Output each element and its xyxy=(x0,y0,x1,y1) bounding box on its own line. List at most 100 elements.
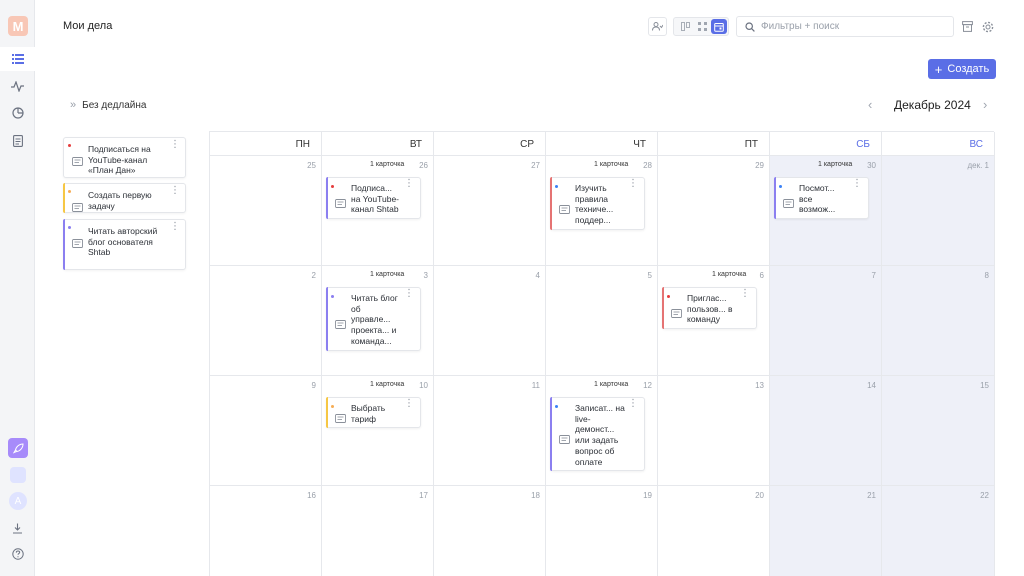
prev-month-button[interactable]: ‹ xyxy=(868,97,880,113)
backlog-card[interactable]: Читать авторский блог основателя Shtab ⋮ xyxy=(63,219,186,270)
archive-button[interactable] xyxy=(959,17,975,36)
card-title: Подписаться на YouTube-канал «План Дан» xyxy=(88,144,151,175)
calendar-day-cell[interactable]: 15 xyxy=(882,376,995,486)
calendar-day-cell[interactable]: 18 xyxy=(434,486,546,576)
day-number: 4 xyxy=(535,271,540,280)
workspace-logo[interactable]: M xyxy=(8,16,28,36)
task-card[interactable]: Записат... на live-демонст... или задать… xyxy=(550,397,645,471)
search-input[interactable] xyxy=(761,21,941,32)
left-rail: M A xyxy=(0,0,35,576)
task-card[interactable]: Изучить правила техниче... поддер... ⋮ xyxy=(550,177,645,230)
card-title: Записат... на live-демонст... или задать… xyxy=(575,403,625,467)
create-button[interactable]: + Создать xyxy=(928,59,996,79)
calendar-day-cell[interactable]: 11 xyxy=(434,376,546,486)
card-menu-icon[interactable]: ⋮ xyxy=(628,399,638,409)
card-color-bar xyxy=(550,397,552,471)
task-card[interactable]: Читать блог об управле... проекта... и к… xyxy=(326,287,421,351)
calendar-day-cell[interactable]: 4 xyxy=(434,266,546,376)
description-icon xyxy=(72,203,83,212)
card-menu-icon[interactable]: ⋮ xyxy=(170,186,180,196)
calendar-day-cell[interactable]: 13 xyxy=(658,376,770,486)
calendar-day-cell[interactable]: 27 xyxy=(434,156,546,266)
workspace-switcher[interactable] xyxy=(10,467,26,483)
view-switcher xyxy=(673,17,729,36)
assignee-filter-button[interactable] xyxy=(648,17,667,36)
rail-item-docs[interactable] xyxy=(0,129,35,153)
card-title: Читать блог об управле... проекта... и к… xyxy=(351,293,398,346)
day-number: 20 xyxy=(755,491,764,500)
card-menu-icon[interactable]: ⋮ xyxy=(170,222,180,232)
rail-item-activity[interactable] xyxy=(0,74,35,98)
backlog-card[interactable]: Создать первую задачу ⋮ xyxy=(63,183,186,213)
view-board-button[interactable] xyxy=(677,19,693,34)
card-icon-wrap xyxy=(72,153,83,171)
rail-item-help[interactable] xyxy=(0,542,35,566)
calendar-day-cell[interactable]: 19 xyxy=(546,486,658,576)
calendar-day-cell[interactable]: 29 xyxy=(658,156,770,266)
calendar-day-cell[interactable]: 5 xyxy=(546,266,658,376)
calendar-day-cell[interactable]: 3 1 карточка Читать блог об управле... про… xyxy=(322,266,434,376)
card-count-label: 1 карточка xyxy=(818,161,853,168)
onboarding-button[interactable] xyxy=(8,438,28,458)
task-card[interactable]: Подписа... на YouTube-канал Shtab ⋮ xyxy=(326,177,421,219)
calendar-day-cell[interactable]: 30 1 карточка Посмот... все возмож... ⋮ xyxy=(770,156,882,266)
day-number: 19 xyxy=(643,491,652,500)
calendar-day-cell[interactable]: дек. 1 xyxy=(882,156,995,266)
settings-button[interactable] xyxy=(980,17,996,36)
card-count-label: 1 карточка xyxy=(594,161,629,168)
calendar-day-cell[interactable]: 26 1 карточка Подписа... на YouTube-канал … xyxy=(322,156,434,266)
description-icon xyxy=(559,205,570,214)
calendar-day-cell[interactable]: 20 xyxy=(658,486,770,576)
calendar-day-cell[interactable]: 21 xyxy=(770,486,882,576)
calendar-day-cell[interactable]: 6 1 карточка Приглас... пользов... в коман… xyxy=(658,266,770,376)
card-title: Читать авторский блог основателя Shtab xyxy=(88,226,158,257)
rail-item-list[interactable] xyxy=(0,47,35,71)
card-count-label: 1 карточка xyxy=(712,271,747,278)
calendar-day-cell[interactable]: 22 xyxy=(882,486,995,576)
avatar[interactable]: A xyxy=(9,492,27,510)
calendar-day-cell[interactable]: 14 xyxy=(770,376,882,486)
card-menu-icon[interactable]: ⋮ xyxy=(404,399,414,409)
view-calendar-button[interactable] xyxy=(711,19,727,34)
rail-item-reports[interactable] xyxy=(0,101,35,125)
calendar-day-cell[interactable]: 8 xyxy=(882,266,995,376)
card-menu-icon[interactable]: ⋮ xyxy=(404,179,414,189)
card-menu-icon[interactable]: ⋮ xyxy=(852,179,862,189)
day-number: 11 xyxy=(531,381,540,390)
card-menu-icon[interactable]: ⋮ xyxy=(628,179,638,189)
card-menu-icon[interactable]: ⋮ xyxy=(404,289,414,299)
day-number: 17 xyxy=(419,491,428,500)
card-menu-icon[interactable]: ⋮ xyxy=(740,289,750,299)
day-number: 13 xyxy=(755,381,764,390)
calendar-day-cell[interactable]: 28 1 карточка Изучить правила техниче... п… xyxy=(546,156,658,266)
task-card[interactable]: Выбрать тариф ⋮ xyxy=(326,397,421,428)
weekday-header: ПН xyxy=(210,132,322,156)
weekday-header: ВТ xyxy=(322,132,434,156)
calendar-day-cell[interactable]: 7 xyxy=(770,266,882,376)
calendar-day-cell[interactable]: 17 xyxy=(322,486,434,576)
next-month-button[interactable]: › xyxy=(983,97,995,113)
card-color-bar xyxy=(326,177,328,219)
calendar-day-cell[interactable]: 10 1 карточка Выбрать тариф ⋮ xyxy=(322,376,434,486)
card-color-bar xyxy=(326,287,328,351)
gear-icon xyxy=(982,21,994,32)
day-number: 29 xyxy=(755,161,764,170)
calendar-day-cell[interactable]: 12 1 карточка Записат... на live-демонст..… xyxy=(546,376,658,486)
calendar-day-cell[interactable]: 25 xyxy=(210,156,322,266)
backlog-card[interactable]: Подписаться на YouTube-канал «План Дан» ⋮ xyxy=(63,137,186,178)
task-card[interactable]: Приглас... пользов... в команду ⋮ xyxy=(662,287,757,329)
task-card[interactable]: Посмот... все возмож... ⋮ xyxy=(774,177,869,219)
no-deadline-header[interactable]: » Без дедлайна xyxy=(70,99,146,111)
card-icon-wrap xyxy=(559,201,570,219)
day-number: 25 xyxy=(307,161,316,170)
calendar-day-cell[interactable]: 9 xyxy=(210,376,322,486)
view-grid-button[interactable] xyxy=(694,19,710,34)
plus-icon: + xyxy=(934,61,943,77)
card-color-bar xyxy=(63,219,65,270)
card-icon-wrap xyxy=(72,199,83,217)
day-number: 27 xyxy=(531,161,540,170)
card-menu-icon[interactable]: ⋮ xyxy=(170,140,180,150)
rail-item-download[interactable] xyxy=(0,516,35,540)
calendar-day-cell[interactable]: 2 xyxy=(210,266,322,376)
calendar-day-cell[interactable]: 16 xyxy=(210,486,322,576)
